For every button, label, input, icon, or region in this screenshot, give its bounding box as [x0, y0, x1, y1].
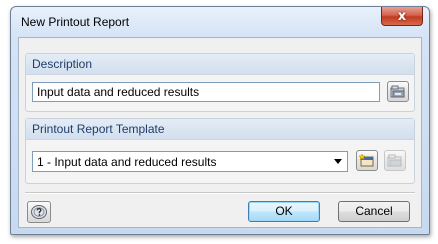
dialog-title: New Printout Report [21, 15, 130, 29]
title-bar[interactable]: New Printout Report x [11, 7, 429, 37]
new-template-icon [359, 153, 374, 167]
template-header: Printout Report Template [26, 119, 414, 140]
help-icon [31, 205, 47, 219]
description-group: Description Input data and reduced resul… [25, 53, 415, 112]
help-button[interactable] [27, 201, 51, 223]
edit-template-icon [387, 154, 402, 166]
dialog-body: Description Input data and reduced resul… [18, 37, 422, 228]
ok-button[interactable]: OK [248, 201, 320, 222]
close-icon: x [397, 8, 407, 24]
footer-divider [25, 192, 415, 194]
new-printout-report-dialog: New Printout Report x Description Input … [10, 6, 430, 235]
folder-open-icon [390, 85, 405, 97]
browse-description-button[interactable] [387, 81, 409, 102]
template-select[interactable]: 1 - Input data and reduced results [32, 151, 348, 172]
new-template-button[interactable] [356, 150, 378, 171]
cancel-button[interactable]: Cancel [338, 201, 410, 222]
close-button[interactable]: x [381, 7, 423, 26]
template-select-value: 1 - Input data and reduced results [37, 155, 217, 169]
template-group: Printout Report Template 1 - Input data … [25, 118, 415, 184]
description-header: Description [26, 54, 414, 75]
chevron-down-icon[interactable] [334, 159, 342, 164]
description-input[interactable]: Input data and reduced results [32, 82, 380, 102]
edit-template-button[interactable] [384, 150, 406, 171]
